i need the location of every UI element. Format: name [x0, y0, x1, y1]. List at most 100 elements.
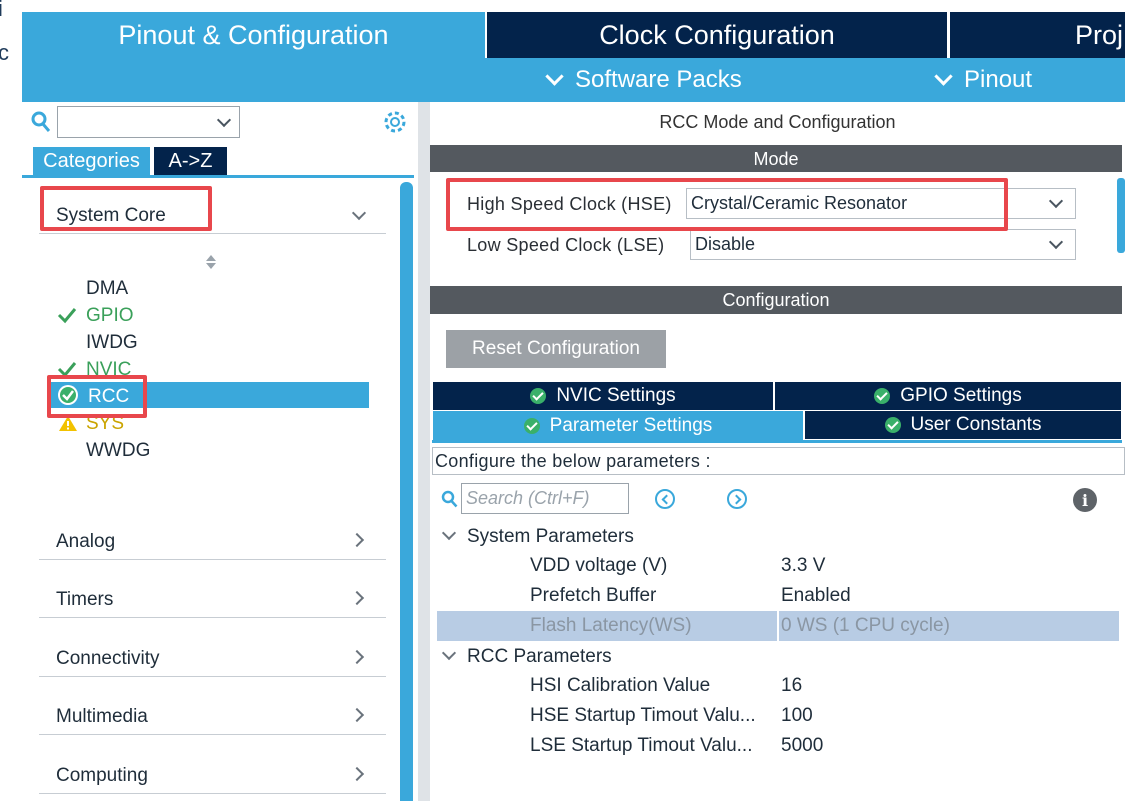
- group-multimedia-label: Multimedia: [56, 706, 148, 727]
- param-value: 0 WS (1 CPU cycle): [781, 615, 950, 636]
- group-analog[interactable]: Analog: [39, 520, 386, 560]
- chevron-down-icon: [1048, 193, 1064, 209]
- search-icon: [31, 111, 51, 132]
- mode-section-header: Mode: [430, 145, 1122, 173]
- search-previous-icon[interactable]: [655, 489, 675, 509]
- tab-clock-configuration[interactable]: Clock Configuration: [487, 12, 947, 58]
- column-separator: [777, 611, 779, 641]
- check-circle-icon: [530, 388, 547, 404]
- section-rcc-parameters[interactable]: RCC Parameters: [467, 646, 612, 668]
- check-circle-icon: [523, 418, 540, 434]
- tab-gpio-settings[interactable]: GPIO Settings: [775, 382, 1121, 410]
- param-row-vdd[interactable]: VDD voltage (V) 3.3 V: [437, 551, 1119, 581]
- chevron-down-icon: [216, 112, 232, 128]
- chevron-down-icon: [934, 66, 953, 86]
- group-computing[interactable]: Computing: [39, 754, 386, 794]
- param-value: 3.3 V: [781, 555, 826, 576]
- peripheral-rcc[interactable]: RCC: [88, 385, 129, 409]
- param-name: LSE Startup Timout Valu...: [530, 735, 753, 756]
- software-packs-label: Software Packs: [575, 66, 742, 93]
- panel-splitter[interactable]: [418, 102, 430, 801]
- group-timers-label: Timers: [56, 589, 114, 610]
- parameter-search-input[interactable]: Search (Ctrl+F): [461, 483, 629, 514]
- param-row-hse-startup[interactable]: HSE Startup Timout Valu... 100: [437, 701, 1119, 731]
- warning-icon: [59, 416, 77, 431]
- param-row-lse-startup[interactable]: LSE Startup Timout Valu... 5000: [437, 731, 1119, 761]
- group-system-core[interactable]: System Core: [39, 194, 386, 234]
- lse-label: Low Speed Clock (LSE): [467, 235, 665, 255]
- tab-parameter-settings-label: Parameter Settings: [549, 415, 713, 436]
- group-analog-label: Analog: [56, 531, 116, 552]
- lse-select[interactable]: Disable: [690, 229, 1076, 260]
- search-icon: [441, 490, 458, 508]
- chevron-right-icon: [349, 707, 365, 723]
- param-value: 5000: [781, 735, 824, 756]
- sub-toolbar: Software Packs Pinout: [22, 58, 1125, 102]
- mode-scrollbar[interactable]: [1117, 178, 1125, 253]
- hse-selected-value: Crystal/Ceramic Resonator: [691, 193, 908, 213]
- lse-selected-value: Disable: [695, 234, 756, 254]
- param-name: Prefetch Buffer: [530, 585, 657, 606]
- peripheral-nvic[interactable]: NVIC: [86, 358, 131, 382]
- edge-glyph-top: i: [0, 0, 3, 21]
- sort-icon[interactable]: [204, 253, 218, 271]
- chevron-right-icon: [349, 590, 365, 606]
- peripheral-wwdg[interactable]: WWDG: [86, 439, 150, 463]
- pinout-menu[interactable]: Pinout: [934, 58, 1033, 102]
- gear-icon[interactable]: [382, 109, 408, 135]
- peripheral-sys[interactable]: SYS: [86, 412, 124, 436]
- peripheral-gpio[interactable]: GPIO: [86, 304, 134, 328]
- category-tabs-underline: [22, 175, 414, 178]
- param-name: HSI Calibration Value: [530, 675, 711, 696]
- param-name: HSE Startup Timout Valu...: [530, 705, 756, 726]
- page-title: RCC Mode and Configuration: [659, 112, 896, 132]
- tab-gpio-settings-label: GPIO Settings: [900, 385, 1022, 406]
- configuration-section-header: Configuration: [430, 286, 1122, 314]
- settings-tabs-underline: [432, 440, 1122, 443]
- peripheral-iwdg[interactable]: IWDG: [86, 331, 138, 355]
- tab-pinout-configuration[interactable]: Pinout & Configuration: [22, 12, 485, 58]
- param-value: Enabled: [781, 585, 851, 606]
- param-value: 16: [781, 675, 803, 696]
- tab-nvic-settings-label: NVIC Settings: [556, 385, 676, 406]
- left-scrollbar[interactable]: [400, 182, 413, 801]
- tab-nvic-settings[interactable]: NVIC Settings: [433, 382, 773, 410]
- param-name: VDD voltage (V): [530, 555, 668, 576]
- tab-user-constants-label: User Constants: [910, 414, 1042, 435]
- chevron-down-icon: [1048, 234, 1064, 250]
- peripheral-dma[interactable]: DMA: [86, 277, 128, 301]
- tab-parameter-settings[interactable]: Parameter Settings: [433, 411, 803, 441]
- stm32cubemx-window: i c Pinout & Configuration Clock Configu…: [0, 0, 1125, 801]
- param-row-flash-latency[interactable]: Flash Latency(WS) 0 WS (1 CPU cycle): [437, 611, 1119, 641]
- param-row-prefetch[interactable]: Prefetch Buffer Enabled: [437, 581, 1119, 611]
- hse-select[interactable]: Crystal/Ceramic Resonator: [686, 188, 1076, 219]
- hse-label: High Speed Clock (HSE): [467, 194, 672, 214]
- group-connectivity-label: Connectivity: [56, 648, 160, 669]
- check-icon: [57, 308, 77, 324]
- section-system-parameters[interactable]: System Parameters: [467, 526, 634, 548]
- check-circle-icon: [874, 388, 891, 404]
- param-name: Flash Latency(WS): [530, 615, 692, 636]
- tab-user-constants[interactable]: User Constants: [805, 411, 1121, 439]
- search-next-icon[interactable]: [727, 489, 747, 509]
- software-packs-menu[interactable]: Software Packs: [545, 58, 742, 102]
- tab-a-z[interactable]: A->Z: [154, 147, 227, 175]
- pinout-label: Pinout: [964, 66, 1033, 93]
- group-connectivity[interactable]: Connectivity: [39, 637, 386, 677]
- group-multimedia[interactable]: Multimedia: [39, 695, 386, 735]
- reset-configuration-button[interactable]: Reset Configuration: [446, 330, 666, 368]
- group-system-core-label: System Core: [56, 205, 166, 226]
- chevron-right-icon: [349, 532, 365, 548]
- param-row-hsi-calibration[interactable]: HSI Calibration Value 16: [437, 671, 1119, 701]
- check-circle-icon: [58, 385, 78, 405]
- chevron-right-icon: [349, 649, 365, 665]
- param-value: 100: [781, 705, 813, 726]
- check-icon: [57, 362, 77, 378]
- group-timers[interactable]: Timers: [39, 578, 386, 618]
- tab-categories[interactable]: Categories: [33, 147, 150, 175]
- peripheral-search-combobox[interactable]: [57, 106, 240, 138]
- window-edge: i c: [0, 0, 22, 801]
- tab-project-manager[interactable]: Proj: [950, 12, 1125, 58]
- chevron-right-icon: [349, 766, 365, 782]
- info-icon[interactable]: i: [1073, 488, 1097, 512]
